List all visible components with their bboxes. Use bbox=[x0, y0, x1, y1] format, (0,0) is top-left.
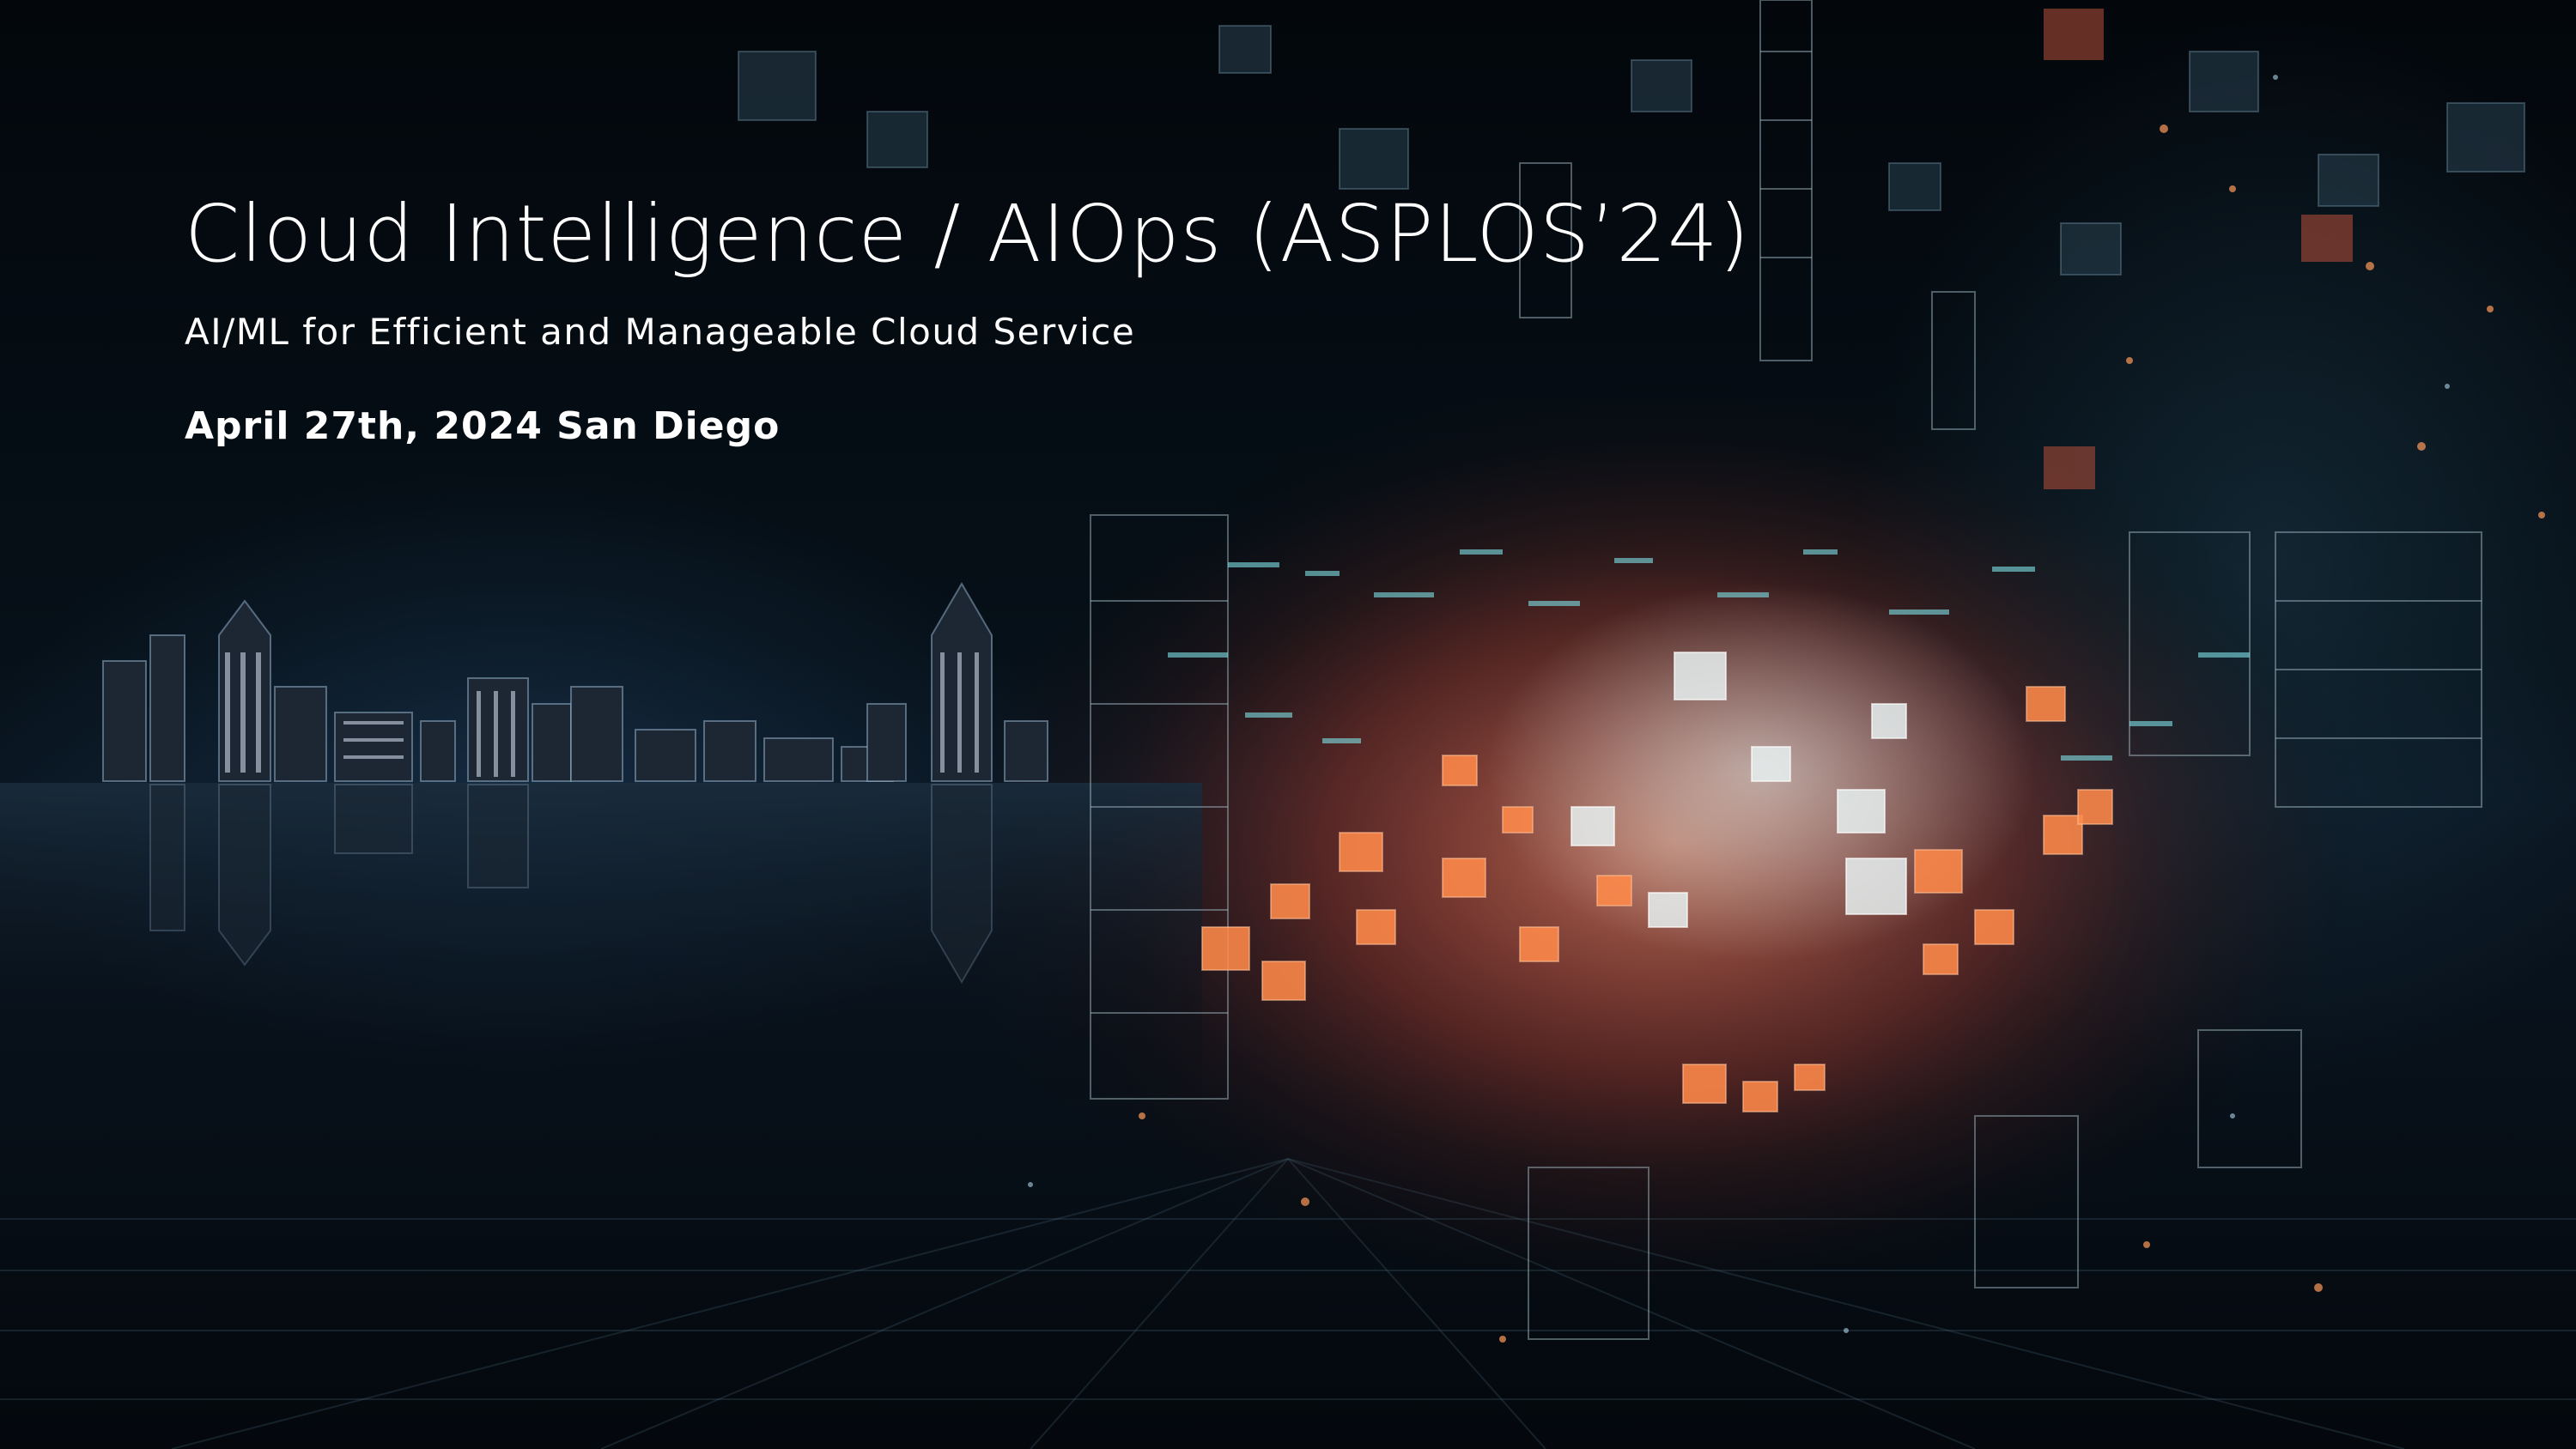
slide-subtitle: AI/ML for Efficient and Manageable Cloud… bbox=[185, 310, 1136, 353]
title-slide: Cloud Intelligence / AIOps (ASPLOS’24) A… bbox=[0, 0, 2576, 1449]
title-block: Cloud Intelligence / AIOps (ASPLOS’24) A… bbox=[185, 189, 1902, 448]
event-date-location: April 27th, 2024 San Diego bbox=[185, 403, 781, 448]
slide-title: Cloud Intelligence / AIOps (ASPLOS’24) bbox=[185, 188, 1751, 280]
